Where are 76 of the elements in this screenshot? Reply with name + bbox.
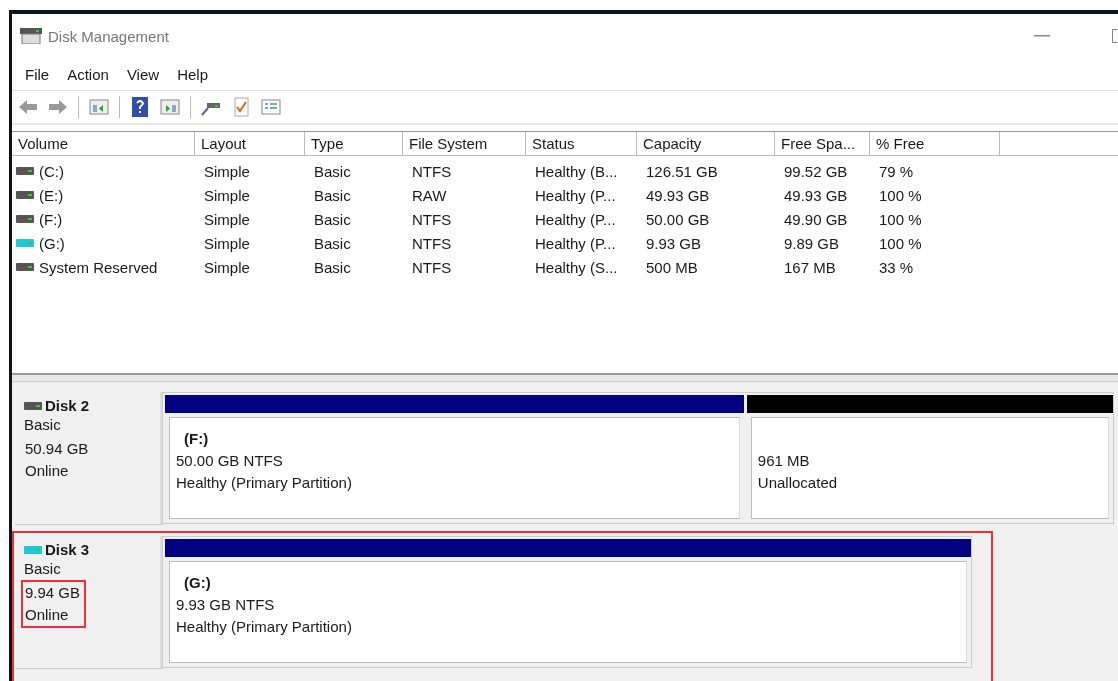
partition-label: (F:)	[183, 429, 210, 449]
column-header[interactable]: Status	[526, 132, 637, 156]
table-cell: Simple	[204, 234, 250, 252]
column-header[interactable]: Volume	[12, 132, 195, 156]
disk-status: Online	[25, 461, 70, 481]
menu-item[interactable]: Action	[58, 65, 118, 83]
table-cell: Basic	[314, 234, 351, 252]
disk-status: Online	[25, 605, 70, 625]
table-cell: 100 %	[879, 234, 922, 252]
column-header[interactable]: Capacity	[637, 132, 775, 156]
table-cell: 49.93 GB	[646, 186, 710, 204]
partition-status: Healthy (Primary Partition)	[176, 473, 353, 493]
column-header[interactable]: File System	[403, 132, 526, 156]
disk-size: 9.94 GB	[25, 583, 81, 603]
table-cell: Simple	[204, 258, 250, 276]
table-cell: Simple	[204, 210, 250, 228]
table-cell: Healthy (P...	[535, 210, 616, 228]
table-cell: 126.51 GB	[646, 162, 718, 180]
table-cell: 9.89 GB	[784, 234, 840, 252]
menu-item[interactable]: Help	[168, 65, 217, 83]
partition-size: 961 MB	[757, 451, 811, 471]
table-cell: (F:)	[39, 210, 63, 228]
partition-size: 9.93 GB NTFS	[176, 595, 276, 615]
table-cell: Basic	[314, 258, 351, 276]
table-cell: 9.93 GB	[646, 234, 702, 252]
table-cell: Basic	[314, 162, 351, 180]
table-cell: (C:)	[39, 162, 64, 180]
minimize-icon[interactable]	[1034, 35, 1050, 37]
table-cell: Basic	[314, 186, 351, 204]
disk-name: Disk 3	[45, 541, 90, 558]
column-header[interactable]: Type	[305, 132, 403, 156]
partition-block[interactable]: (G:) 9.93 GB NTFS Healthy (Primary Partition)	[169, 561, 967, 663]
partition-block[interactable]: 961 MB Unallocated	[750, 417, 1109, 519]
maximize-icon[interactable]	[1112, 29, 1118, 43]
column-header[interactable]: Free Spa...	[775, 132, 870, 156]
table-cell: Healthy (S...	[535, 258, 618, 276]
partition-status: Healthy (Primary Partition)	[176, 617, 353, 637]
column-header[interactable]: % Free	[870, 132, 1000, 156]
table-cell: Healthy (B...	[535, 162, 618, 180]
table-cell: NTFS	[412, 234, 452, 252]
partition-size: 50.00 GB NTFS	[176, 451, 284, 471]
table-cell: 33 %	[879, 258, 914, 276]
table-cell: 99.52 GB	[784, 162, 848, 180]
table-cell: 49.93 GB	[784, 186, 848, 204]
menu-item[interactable]: File	[16, 65, 59, 83]
table-cell: 500 MB	[646, 258, 698, 276]
disk-size: 50.94 GB	[25, 439, 89, 459]
table-cell: (E:)	[39, 186, 64, 204]
table-cell: NTFS	[412, 258, 452, 276]
table-cell: NTFS	[412, 162, 452, 180]
disk-type: Basic	[24, 415, 62, 435]
partition-status: Unallocated	[757, 473, 839, 493]
table-cell: 167 MB	[784, 258, 836, 276]
table-cell: Healthy (P...	[535, 234, 616, 252]
table-cell: 100 %	[879, 186, 922, 204]
disk-type: Basic	[24, 559, 62, 579]
table-cell: Healthy (P...	[535, 186, 616, 204]
table-cell: Simple	[204, 186, 250, 204]
table-cell: NTFS	[412, 210, 452, 228]
table-cell: Simple	[204, 162, 250, 180]
window-title: Disk Management	[48, 27, 170, 45]
disk-name: Disk 2	[45, 397, 90, 414]
table-cell: 79 %	[879, 162, 914, 180]
table-cell: System Reserved	[39, 258, 158, 276]
table-cell: (G:)	[39, 234, 65, 252]
table-cell: 100 %	[879, 210, 922, 228]
table-cell: Basic	[314, 210, 351, 228]
disk-drive-icon	[20, 28, 42, 44]
partition-block[interactable]: (F:) 50.00 GB NTFS Healthy (Primary Partition)	[169, 417, 740, 519]
splitter-bar[interactable]	[12, 373, 1118, 382]
column-header[interactable]: Layout	[195, 132, 305, 156]
table-cell: RAW	[412, 186, 447, 204]
menu-item[interactable]: View	[117, 65, 169, 83]
table-cell: 50.00 GB	[646, 210, 710, 228]
partition-label: (G:)	[183, 573, 212, 593]
table-cell: 49.90 GB	[784, 210, 848, 228]
